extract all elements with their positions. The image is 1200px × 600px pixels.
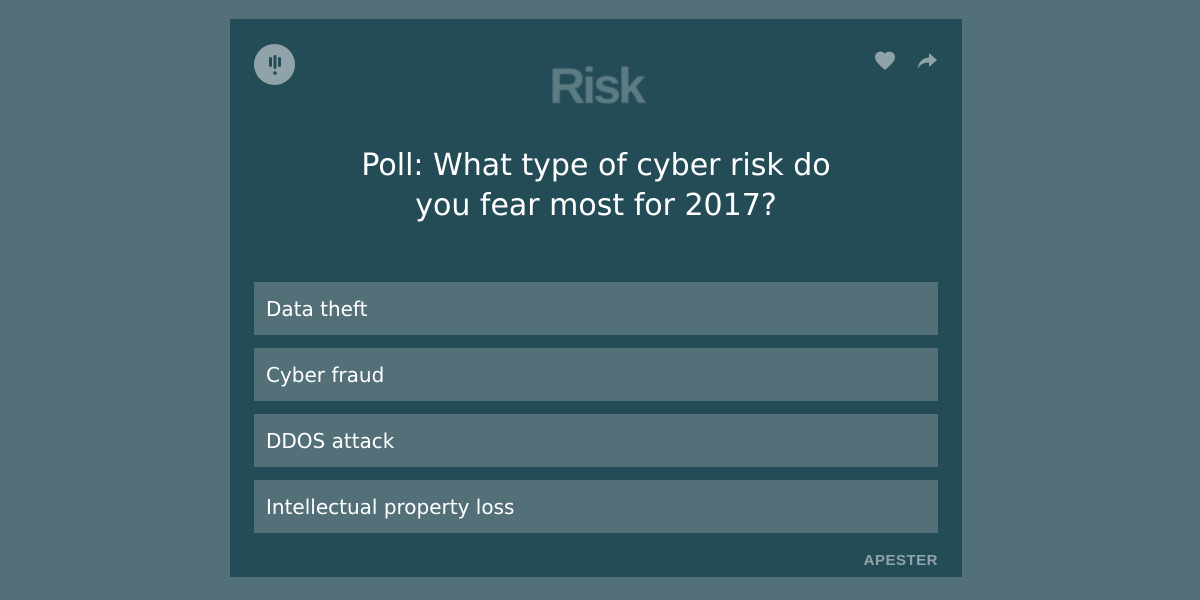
poll-question: Poll: What type of cyber risk do you fea…: [361, 148, 831, 223]
poll-option[interactable]: Cyber fraud: [254, 348, 938, 401]
poll-option[interactable]: Intellectual property loss: [254, 480, 938, 533]
poll-option-label: Data theft: [266, 296, 368, 321]
poll-option-label: DDOS attack: [266, 428, 395, 453]
apester-footer-logo[interactable]: APESTER: [864, 552, 938, 569]
poll-option[interactable]: DDOS attack: [254, 414, 938, 467]
poll-options: Data theft Cyber fraud DDOS attack Intel…: [254, 282, 938, 546]
brand-logo: Risk: [549, 58, 646, 114]
poll-option-label: Intellectual property loss: [266, 494, 515, 519]
poll-option-label: Cyber fraud: [266, 362, 385, 387]
poll-card: Risk Poll: What type of cyber risk do yo…: [230, 19, 962, 577]
poll-option[interactable]: Data theft: [254, 282, 938, 335]
